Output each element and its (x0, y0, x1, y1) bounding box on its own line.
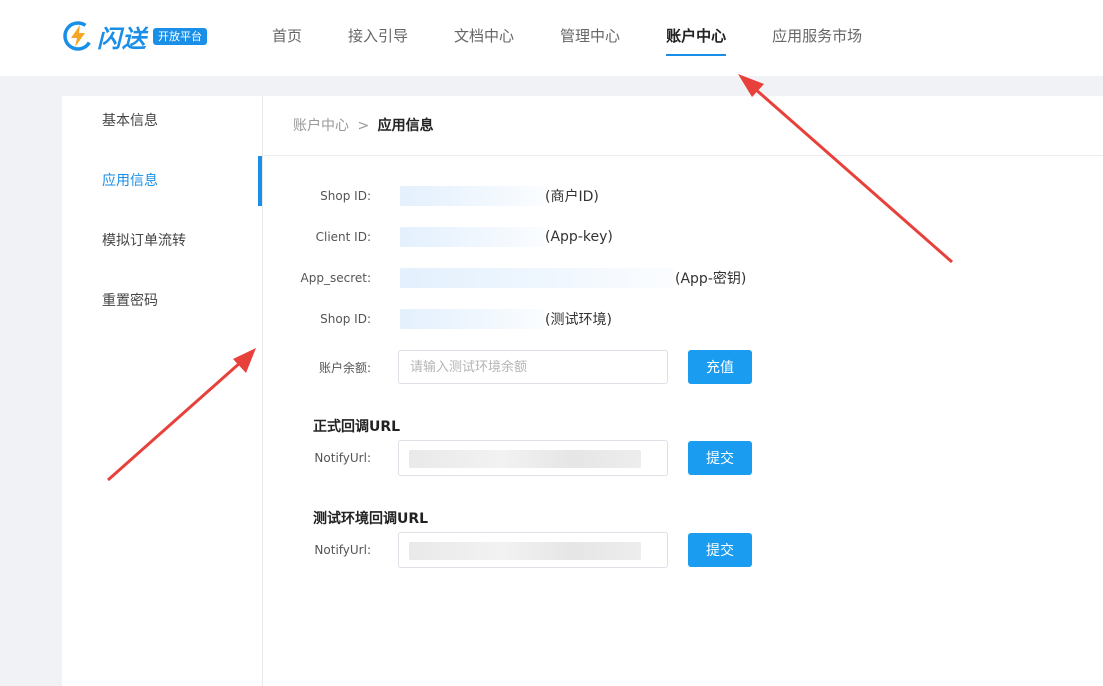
app-secret-value-redacted (400, 268, 675, 288)
nav-management[interactable]: 管理中心 (560, 0, 620, 76)
balance-label: 账户余额: (318, 360, 371, 375)
sidebar-item-simulate-order[interactable]: 模拟订单流转 (62, 216, 262, 276)
nav-app-market[interactable]: 应用服务市场 (772, 0, 862, 76)
nav-account-center[interactable]: 账户中心 (666, 0, 727, 76)
test-shop-id-value-redacted (400, 309, 545, 329)
lightning-logo-icon (63, 21, 93, 51)
prod-notify-url-input[interactable] (398, 440, 668, 476)
test-shop-id-note: (测试环境) (545, 312, 612, 328)
breadcrumb: 账户中心 > 应用信息 (263, 96, 1103, 156)
test-notify-url-input[interactable] (398, 532, 668, 568)
logo[interactable]: 闪送 开放平台 (62, 20, 207, 53)
client-id-value-redacted (400, 227, 545, 247)
test-callback-title: 测试环境回调URL (313, 511, 429, 527)
shop-id-row: Shop ID: (商户ID) (263, 184, 599, 208)
sidebar-item-basic-info[interactable]: 基本信息 (62, 96, 262, 156)
breadcrumb-separator: > (357, 118, 370, 134)
breadcrumb-current: 应用信息 (377, 118, 434, 134)
sidebar-item-app-info[interactable]: 应用信息 (62, 156, 262, 216)
prod-notify-url-label: NotifyUrl: (314, 451, 371, 465)
nav-docs[interactable]: 文档中心 (454, 0, 514, 76)
sidebar: 基本信息 应用信息 模拟订单流转 重置密码 (62, 96, 262, 686)
sidebar-item-reset-password[interactable]: 重置密码 (62, 276, 262, 336)
main-panel: 账户中心 > 应用信息 Shop ID: (商户ID) Client ID: (… (262, 96, 1103, 686)
nav-home[interactable]: 首页 (272, 0, 302, 76)
client-id-row: Client ID: (App-key) (263, 225, 613, 249)
nav-integration-guide[interactable]: 接入引导 (348, 0, 408, 76)
logo-badge: 开放平台 (153, 27, 207, 45)
app-secret-label: App_secret: (300, 271, 371, 285)
shop-id-label: Shop ID: (320, 189, 371, 203)
breadcrumb-parent[interactable]: 账户中心 (293, 118, 349, 134)
prod-callback-row: NotifyUrl: 提交 (263, 440, 752, 476)
client-id-note: (App-key) (545, 229, 613, 245)
logo-text: 闪送 (97, 24, 147, 53)
test-notify-url-label: NotifyUrl: (314, 543, 371, 557)
test-shop-id-row: Shop ID: (测试环境) (263, 307, 612, 331)
shop-id-value-redacted (400, 186, 545, 206)
shop-id-note: (商户ID) (545, 189, 599, 205)
prod-submit-button[interactable]: 提交 (688, 441, 752, 475)
test-shop-id-label: Shop ID: (320, 312, 371, 326)
balance-input[interactable] (398, 350, 668, 384)
client-id-label: Client ID: (315, 230, 371, 244)
app-secret-note: (App-密钥) (675, 271, 747, 287)
balance-row: 账户余额: 充值 (263, 350, 752, 384)
app-secret-row: App_secret: (App-密钥) (263, 266, 746, 290)
recharge-button[interactable]: 充值 (688, 350, 752, 384)
main-nav: 首页 接入引导 文档中心 管理中心 账户中心 应用服务市场 (272, 0, 908, 76)
test-submit-button[interactable]: 提交 (688, 533, 752, 567)
top-header: 闪送 开放平台 首页 接入引导 文档中心 管理中心 账户中心 应用服务市场 (0, 0, 1103, 76)
test-callback-row: NotifyUrl: 提交 (263, 532, 752, 568)
prod-callback-title: 正式回调URL (313, 419, 401, 435)
